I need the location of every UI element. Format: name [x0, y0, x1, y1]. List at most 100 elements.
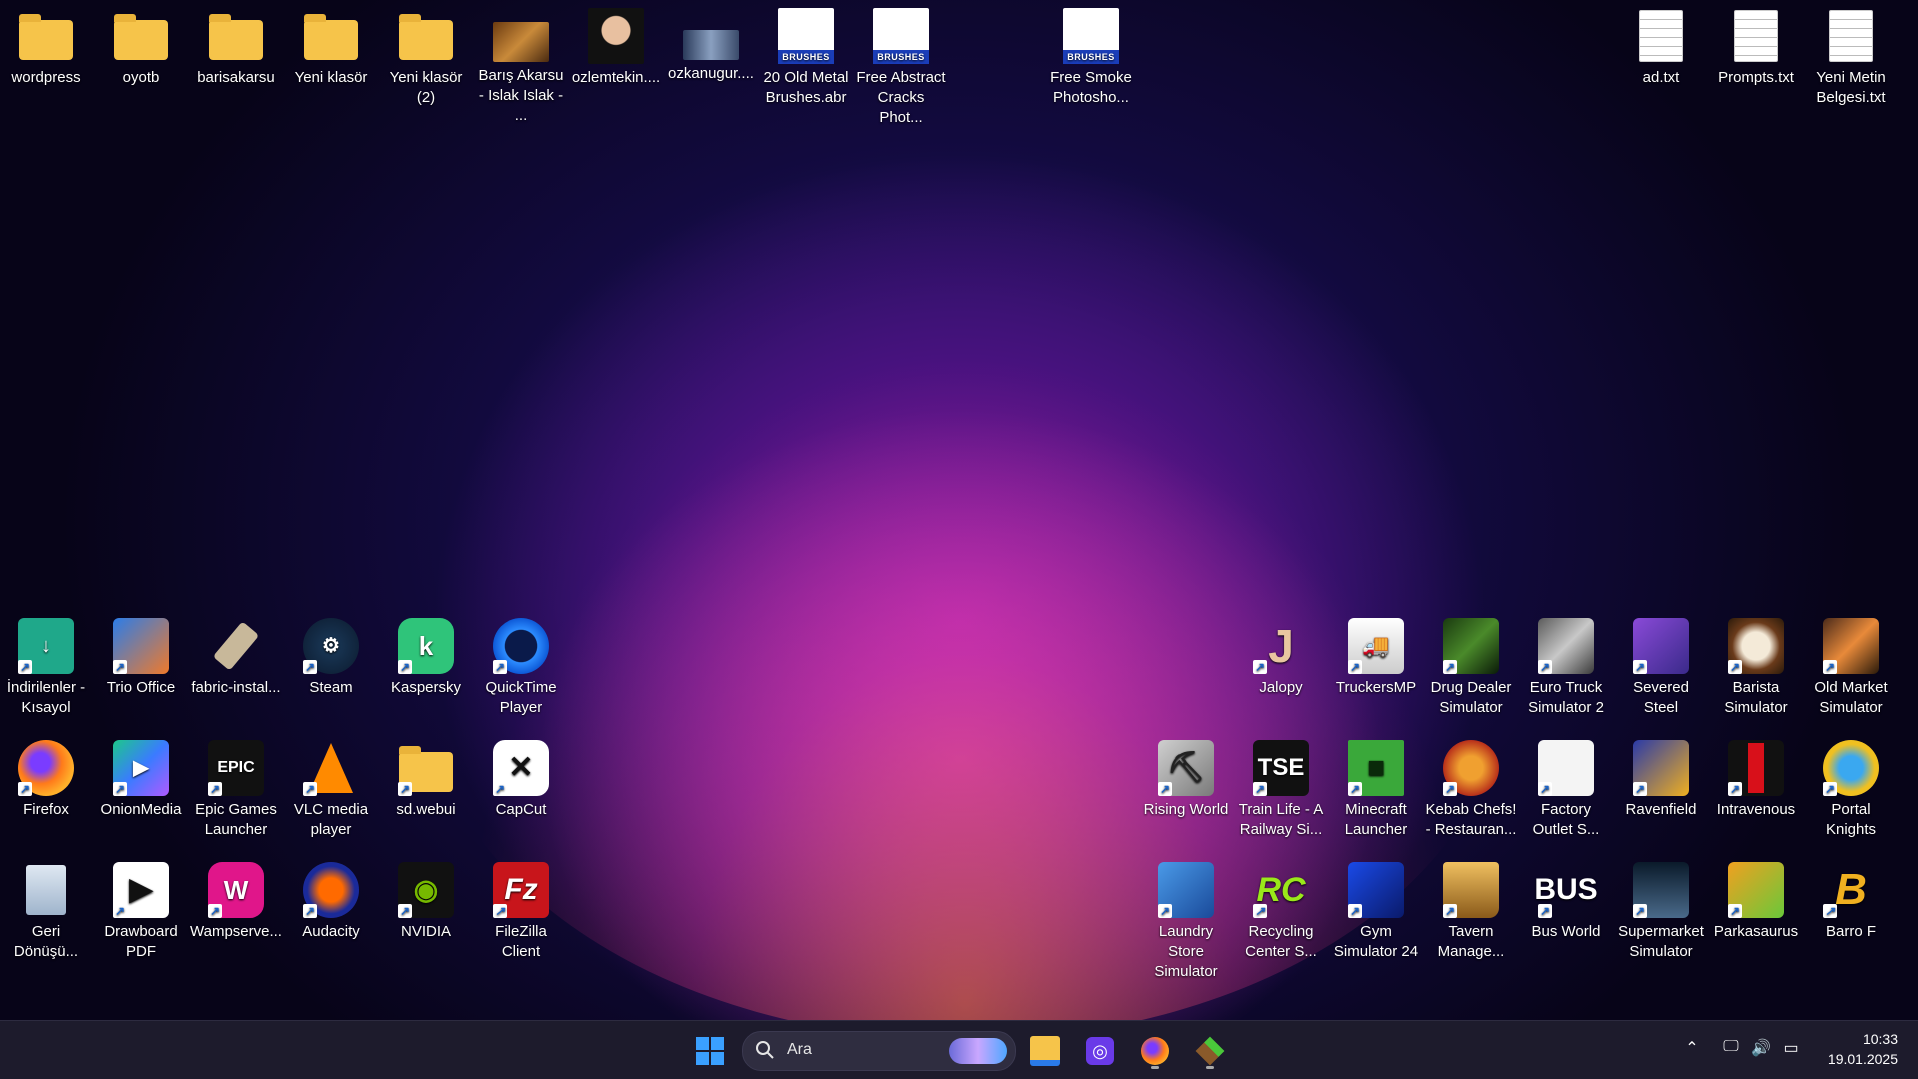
icon-label: Train Life - A Railway Si... — [1238, 801, 1324, 838]
shortcut-factory-outlet[interactable]: ↗ Factory Outlet S... — [1520, 740, 1612, 840]
icon-label: TruckersMP — [1335, 679, 1417, 696]
icon-label: VLC media player — [293, 801, 369, 838]
factory-outlet-icon: ↗ — [1538, 740, 1594, 796]
folder-yeni-klasor[interactable]: Yeni klasör — [285, 8, 377, 88]
brush-file-icon: BRUSHES — [873, 8, 929, 64]
shortcut-barista-simulator[interactable]: ↗ Barista Simulator — [1710, 618, 1802, 718]
shortcut-bus-world[interactable]: BUS ↗ Bus World — [1520, 862, 1612, 942]
shortcut-old-market-simulator[interactable]: ↗ Old Market Simulator — [1805, 618, 1897, 718]
shortcut-drug-dealer-simulator[interactable]: ↗ Drug Dealer Simulator — [1425, 618, 1517, 718]
file-abstract-cracks-brushes[interactable]: BRUSHES Free Abstract Cracks Phot... — [855, 8, 947, 128]
folder-icon — [18, 8, 74, 64]
text-file-icon — [1633, 8, 1689, 64]
kebab-chefs-icon: ↗ — [1443, 740, 1499, 796]
icon-label: Severed Steel — [1633, 679, 1689, 716]
shortcut-minecraft-launcher[interactable]: ■ ↗ Minecraft Launcher — [1330, 740, 1422, 840]
shortcut-intravenous[interactable]: ↗ Intravenous — [1710, 740, 1802, 820]
shortcut-trio-office[interactable]: ↗ Trio Office — [95, 618, 187, 698]
search-placeholder: Ara — [787, 1041, 812, 1058]
network-icon[interactable]: 🖵 — [1720, 1038, 1742, 1060]
shortcut-kebab-chefs[interactable]: ↗ Kebab Chefs! - Restauran... — [1425, 740, 1517, 840]
volume-icon[interactable]: 🔊 — [1750, 1038, 1772, 1060]
shortcut-filezilla[interactable]: Fz ↗ FileZilla Client — [475, 862, 567, 962]
shortcut-steam[interactable]: ⚙ ↗ Steam — [285, 618, 377, 698]
shortcut-audacity[interactable]: ↗ Audacity — [285, 862, 377, 942]
portrait-thumbnail-icon — [588, 8, 644, 64]
file-yeni-metin-belgesi[interactable]: Yeni Metin Belgesi.txt — [1805, 8, 1897, 108]
shortcut-firefox[interactable]: ↗ Firefox — [0, 740, 92, 820]
shortcut-gym-simulator-24[interactable]: ↗ Gym Simulator 24 — [1330, 862, 1422, 962]
icon-label: Tavern Manage... — [1437, 923, 1505, 960]
taskbar-clock[interactable]: 10:33 19.01.2025 — [1828, 1029, 1898, 1069]
shortcut-supermarket-simulator[interactable]: ↗ Supermarket Simulator — [1615, 862, 1707, 962]
folder-wordpress[interactable]: wordpress — [0, 8, 92, 88]
taskbar-firefox[interactable] — [1135, 1031, 1175, 1071]
icon-label: Wampserve... — [190, 923, 282, 940]
image-thumbnail-icon — [493, 22, 549, 62]
icon-label: ozkanugur.... — [668, 65, 754, 82]
start-button[interactable] — [690, 1031, 730, 1071]
icon-label: Barış Akarsu - Islak Islak - ... — [478, 67, 564, 124]
shortcut-laundry-store-simulator[interactable]: ↗ Laundry Store Simulator — [1140, 862, 1232, 982]
icon-label: Barro F — [1825, 923, 1876, 940]
city-skyline-icon: ↗ — [1633, 862, 1689, 918]
icon-label: Old Market Simulator — [1814, 679, 1888, 716]
shortcut-jalopy[interactable]: J ↗ Jalopy — [1235, 618, 1327, 698]
shortcut-euro-truck-simulator-2[interactable]: ↗ Euro Truck Simulator 2 — [1520, 618, 1612, 718]
shortcut-sd-webui[interactable]: ↗ sd.webui — [380, 740, 472, 820]
file-ad-txt[interactable]: ad.txt — [1615, 8, 1707, 88]
shortcut-wampserver[interactable]: W ↗ Wampserve... — [190, 862, 282, 942]
shortcut-quicktime[interactable]: ↗ QuickTime Player — [475, 618, 567, 718]
show-hidden-icons-chevron-icon[interactable]: ⌃ — [1681, 1038, 1703, 1060]
old-market-icon: ↗ — [1823, 618, 1879, 674]
shortcut-epic-games[interactable]: EPIC ↗ Epic Games Launcher — [190, 740, 282, 840]
shortcut-vlc[interactable]: ↗ VLC media player — [285, 740, 377, 840]
drug-dealer-icon: ↗ — [1443, 618, 1499, 674]
shortcut-parkasaurus[interactable]: ↗ Parkasaurus — [1710, 862, 1802, 942]
shortcut-severed-steel[interactable]: ↗ Severed Steel — [1615, 618, 1707, 718]
shortcut-portal-knights[interactable]: ↗ Portal Knights — [1805, 740, 1897, 840]
file-smoke-brushes[interactable]: BRUSHES Free Smoke Photosho... — [1045, 8, 1137, 108]
portal-icon: ↗ — [1823, 740, 1879, 796]
file-ozkanugur-image[interactable]: ozkanugur.... — [665, 8, 757, 84]
taskbar-app-purple[interactable]: ◎ — [1080, 1031, 1120, 1071]
folder-yeni-klasor-2[interactable]: Yeni klasör (2) — [380, 8, 472, 108]
truckersmp-icon: 🚚 ↗ — [1348, 618, 1404, 674]
shortcut-rising-world[interactable]: ⛏ ↗ Rising World — [1140, 740, 1232, 820]
file-old-metal-brushes[interactable]: BRUSHES 20 Old Metal Brushes.abr — [760, 8, 852, 108]
minecraft-block-icon — [1195, 1036, 1225, 1066]
file-baris-akarsu-image[interactable]: Barış Akarsu - Islak Islak - ... — [475, 8, 567, 126]
icon-label: FileZilla Client — [495, 923, 547, 960]
beer-mug-icon: ↗ — [1443, 862, 1499, 918]
shortcut-onionmedia[interactable]: ▶ ↗ OnionMedia — [95, 740, 187, 820]
taskbar-search-box[interactable]: Ara — [742, 1031, 1016, 1071]
brush-file-icon: BRUSHES — [778, 8, 834, 64]
shortcut-barro-f[interactable]: B ↗ Barro F — [1805, 862, 1897, 942]
shortcut-recycling-center[interactable]: RC ↗ Recycling Center S... — [1235, 862, 1327, 962]
intravenous-icon: ↗ — [1728, 740, 1784, 796]
folder-oyotb[interactable]: oyotb — [95, 8, 187, 88]
recycle-bin-icon — [18, 862, 74, 918]
file-ozlemtekin-image[interactable]: ozlemtekin.... — [570, 8, 662, 88]
recycling-center-icon: RC ↗ — [1253, 871, 1306, 918]
shortcut-capcut[interactable]: ✕ ↗ CapCut — [475, 740, 567, 820]
icon-label: Recycling Center S... — [1245, 923, 1317, 960]
shortcut-tavern-manager[interactable]: ↗ Tavern Manage... — [1425, 862, 1517, 962]
shortcut-downloads[interactable]: ↓ ↗ İndirilenler - Kısayol — [0, 618, 92, 718]
shortcut-kaspersky[interactable]: k ↗ Kaspersky — [380, 618, 472, 698]
dinosaur-icon: ↗ — [1728, 862, 1784, 918]
taskbar-minecraft[interactable] — [1190, 1031, 1230, 1071]
battery-icon[interactable]: ▭ — [1780, 1038, 1802, 1060]
folder-barisakarsu[interactable]: barisakarsu — [190, 8, 282, 88]
icon-label: wordpress — [11, 69, 81, 86]
recycle-bin[interactable]: Geri Dönüşü... — [0, 862, 92, 962]
shortcut-nvidia[interactable]: ◉ ↗ NVIDIA — [380, 862, 472, 942]
shortcut-fabric-installer[interactable]: fabric-instal... — [190, 618, 282, 698]
taskbar-file-explorer[interactable] — [1025, 1031, 1065, 1071]
file-prompts-txt[interactable]: Prompts.txt — [1710, 8, 1802, 88]
shortcut-drawboard-pdf[interactable]: ▶ ↗ Drawboard PDF — [95, 862, 187, 962]
shortcut-train-life[interactable]: TSE ↗ Train Life - A Railway Si... — [1235, 740, 1327, 840]
shortcut-ravenfield[interactable]: ↗ Ravenfield — [1615, 740, 1707, 820]
shortcut-truckersmp[interactable]: 🚚 ↗ TruckersMP — [1330, 618, 1422, 698]
icon-label: Free Abstract Cracks Phot... — [856, 69, 946, 126]
